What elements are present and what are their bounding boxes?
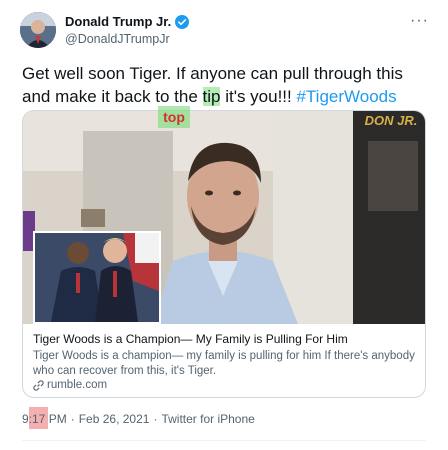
link-card[interactable]: DON JR. Tiger Woods is a Champion— My Fa…	[22, 110, 426, 398]
tweet-client[interactable]: Twitter for iPhone	[161, 412, 254, 426]
card-domain[interactable]: rumble.com	[33, 379, 107, 391]
card-domain-text[interactable]: rumble.com	[47, 379, 107, 391]
tweet-date[interactable]: Feb 26, 2021	[79, 412, 150, 426]
tweet-time[interactable]: 9:17 PM	[22, 412, 67, 426]
tweet-text-after: it's you!!!	[220, 87, 297, 106]
card-title[interactable]: Tiger Woods is a Champion— My Family is …	[33, 332, 418, 346]
tweet-text: Get well soon Tiger. If anyone can pull …	[22, 62, 432, 108]
meta-separator: ·	[70, 412, 75, 426]
hashtag-link[interactable]: #TigerWoods	[296, 87, 396, 106]
tweet-meta: 9:17 PM · Feb 26, 2021 · Twitter for iPh…	[22, 412, 255, 426]
author-handle[interactable]: @DonaldJTrumpJr	[65, 32, 170, 46]
avatar[interactable]	[20, 12, 56, 48]
verified-badge-icon	[175, 14, 190, 29]
card-description: Tiger Woods is a champion— my family is …	[33, 350, 415, 377]
meta-separator: ·	[153, 412, 158, 426]
author-name[interactable]: Donald Trump Jr.	[65, 14, 190, 29]
author-name-text[interactable]: Donald Trump Jr.	[65, 14, 171, 29]
video-watermark: DON JR.	[365, 113, 418, 128]
annotation-label: top	[158, 106, 190, 128]
more-options-button[interactable]: ···	[410, 12, 429, 30]
highlighted-word: tip	[202, 87, 221, 106]
divider	[22, 440, 426, 441]
tweet: Donald Trump Jr. @DonaldJTrumpJr ··· Get…	[0, 0, 448, 450]
card-video-thumbnail[interactable]: DON JR.	[23, 111, 425, 324]
link-icon	[33, 379, 44, 391]
